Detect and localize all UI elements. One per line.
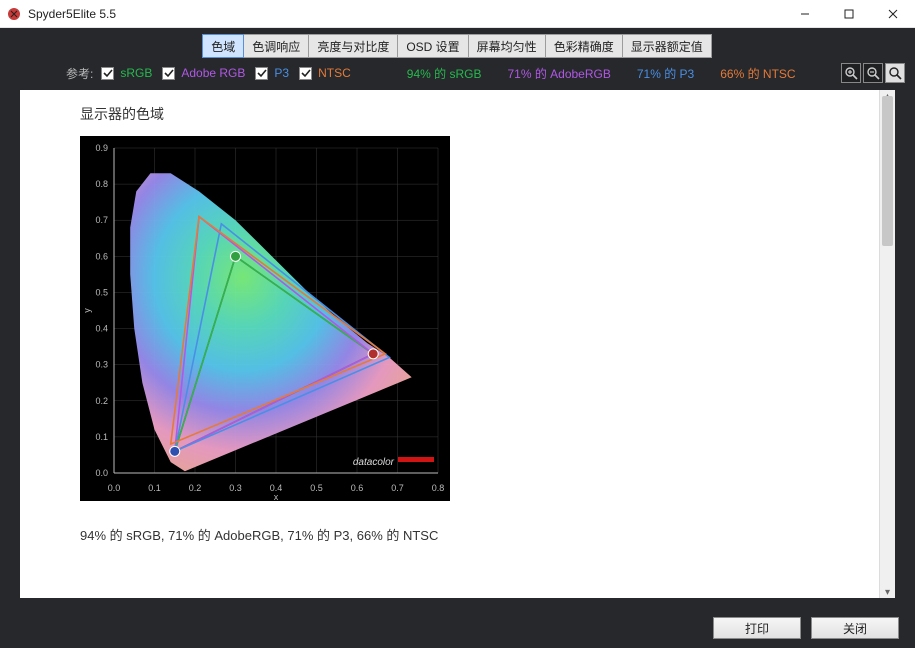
svg-text:0.4: 0.4: [95, 324, 108, 334]
svg-text:0.8: 0.8: [95, 179, 108, 189]
svg-text:0.6: 0.6: [351, 483, 364, 493]
close-button[interactable]: 关闭: [811, 617, 899, 639]
zoom-group: [841, 63, 905, 83]
maximize-button[interactable]: [827, 0, 871, 28]
zoom-fit-button[interactable]: [885, 63, 905, 83]
svg-text:0.5: 0.5: [95, 287, 108, 297]
ref-ntsc[interactable]: NTSC: [299, 66, 351, 80]
svg-text:x: x: [274, 492, 279, 501]
svg-text:0.2: 0.2: [95, 396, 108, 406]
reference-label: 参考:: [66, 65, 93, 82]
tab-0[interactable]: 色域: [202, 34, 244, 58]
options-row: 参考: sRGB Adobe RGB P3 NTSC 94% 的 sRGB 71% 的 …: [0, 58, 915, 88]
svg-text:0.8: 0.8: [432, 483, 445, 493]
scroll-thumb[interactable]: [882, 96, 893, 246]
svg-text:datacolor: datacolor: [353, 457, 395, 468]
svg-text:0.1: 0.1: [148, 483, 161, 493]
footer: 打印 关闭: [0, 608, 915, 648]
gamut-chart: 0.0 0.1 0.2 0.3 0.4 0.5 0.6 0.7 0.8 0.0 0.1 0.2 0.3 0…: [80, 136, 450, 501]
tab-1[interactable]: 色调响应: [243, 34, 309, 58]
scroll-down-icon[interactable]: ▾: [880, 584, 895, 598]
tab-strip: 色域色调响应亮度与对比度OSD 设置屏幕均匀性色彩精确度显示器额定值: [0, 34, 915, 58]
titlebar: Spyder5Elite 5.5: [0, 0, 915, 28]
svg-text:0.3: 0.3: [229, 483, 242, 493]
checkbox-argb[interactable]: [162, 67, 175, 80]
svg-text:0.6: 0.6: [95, 251, 108, 261]
svg-text:0.1: 0.1: [95, 432, 108, 442]
checkbox-srgb[interactable]: [101, 67, 114, 80]
app-icon: [6, 6, 22, 22]
ref-label-srgb: sRGB: [120, 66, 152, 80]
ref-label-ntsc: NTSC: [318, 66, 351, 80]
svg-text:0.7: 0.7: [95, 215, 108, 225]
content-inner: 显示器的色域 0.0 0.1 0.2 0.3 0.4 0.5 0.6 0.7 0.8 0.0 0.1…: [20, 90, 879, 598]
ref-p3[interactable]: P3: [255, 66, 289, 80]
tab-2[interactable]: 亮度与对比度: [308, 34, 398, 58]
window-title: Spyder5Elite 5.5: [28, 7, 116, 21]
minimize-button[interactable]: [783, 0, 827, 28]
coverage-2: 71% 的 P3: [637, 65, 694, 82]
ref-label-argb: Adobe RGB: [181, 66, 245, 80]
ref-argb[interactable]: Adobe RGB: [162, 66, 245, 80]
svg-text:y: y: [82, 308, 92, 313]
coverage-1: 71% 的 AdobeRGB: [507, 65, 610, 82]
zoom-in-button[interactable]: [841, 63, 861, 83]
print-button[interactable]: 打印: [713, 617, 801, 639]
svg-text:0.2: 0.2: [189, 483, 202, 493]
svg-text:0.5: 0.5: [310, 483, 323, 493]
content-heading: 显示器的色域: [80, 104, 863, 124]
coverage-3: 66% 的 NTSC: [720, 65, 795, 82]
tab-4[interactable]: 屏幕均匀性: [468, 34, 546, 58]
coverage-percents: 94% 的 sRGB 71% 的 AdobeRGB 71% 的 P3 66% 的 NT…: [407, 65, 796, 82]
tab-6[interactable]: 显示器额定值: [622, 34, 712, 58]
svg-text:0.3: 0.3: [95, 360, 108, 370]
coverage-0: 94% 的 sRGB: [407, 65, 482, 82]
checkbox-ntsc[interactable]: [299, 67, 312, 80]
close-window-button[interactable]: [871, 0, 915, 28]
app-body: 色域色调响应亮度与对比度OSD 设置屏幕均匀性色彩精确度显示器额定值 参考: s…: [0, 28, 915, 648]
content-panel: 显示器的色域 0.0 0.1 0.2 0.3 0.4 0.5 0.6 0.7 0.8 0.0 0.1…: [20, 90, 895, 598]
svg-text:0.7: 0.7: [391, 483, 404, 493]
vertical-scrollbar[interactable]: ▴ ▾: [879, 90, 895, 598]
ref-srgb[interactable]: sRGB: [101, 66, 152, 80]
coverage-summary: 94% 的 sRGB, 71% 的 AdobeRGB, 71% 的 P3, 66…: [80, 525, 863, 544]
ref-label-p3: P3: [274, 66, 289, 80]
checkbox-p3[interactable]: [255, 67, 268, 80]
svg-text:0.0: 0.0: [108, 483, 121, 493]
zoom-out-button[interactable]: [863, 63, 883, 83]
tab-5[interactable]: 色彩精确度: [545, 34, 623, 58]
svg-text:0.9: 0.9: [95, 143, 108, 153]
svg-text:0.0: 0.0: [95, 468, 108, 478]
tab-3[interactable]: OSD 设置: [397, 34, 468, 58]
